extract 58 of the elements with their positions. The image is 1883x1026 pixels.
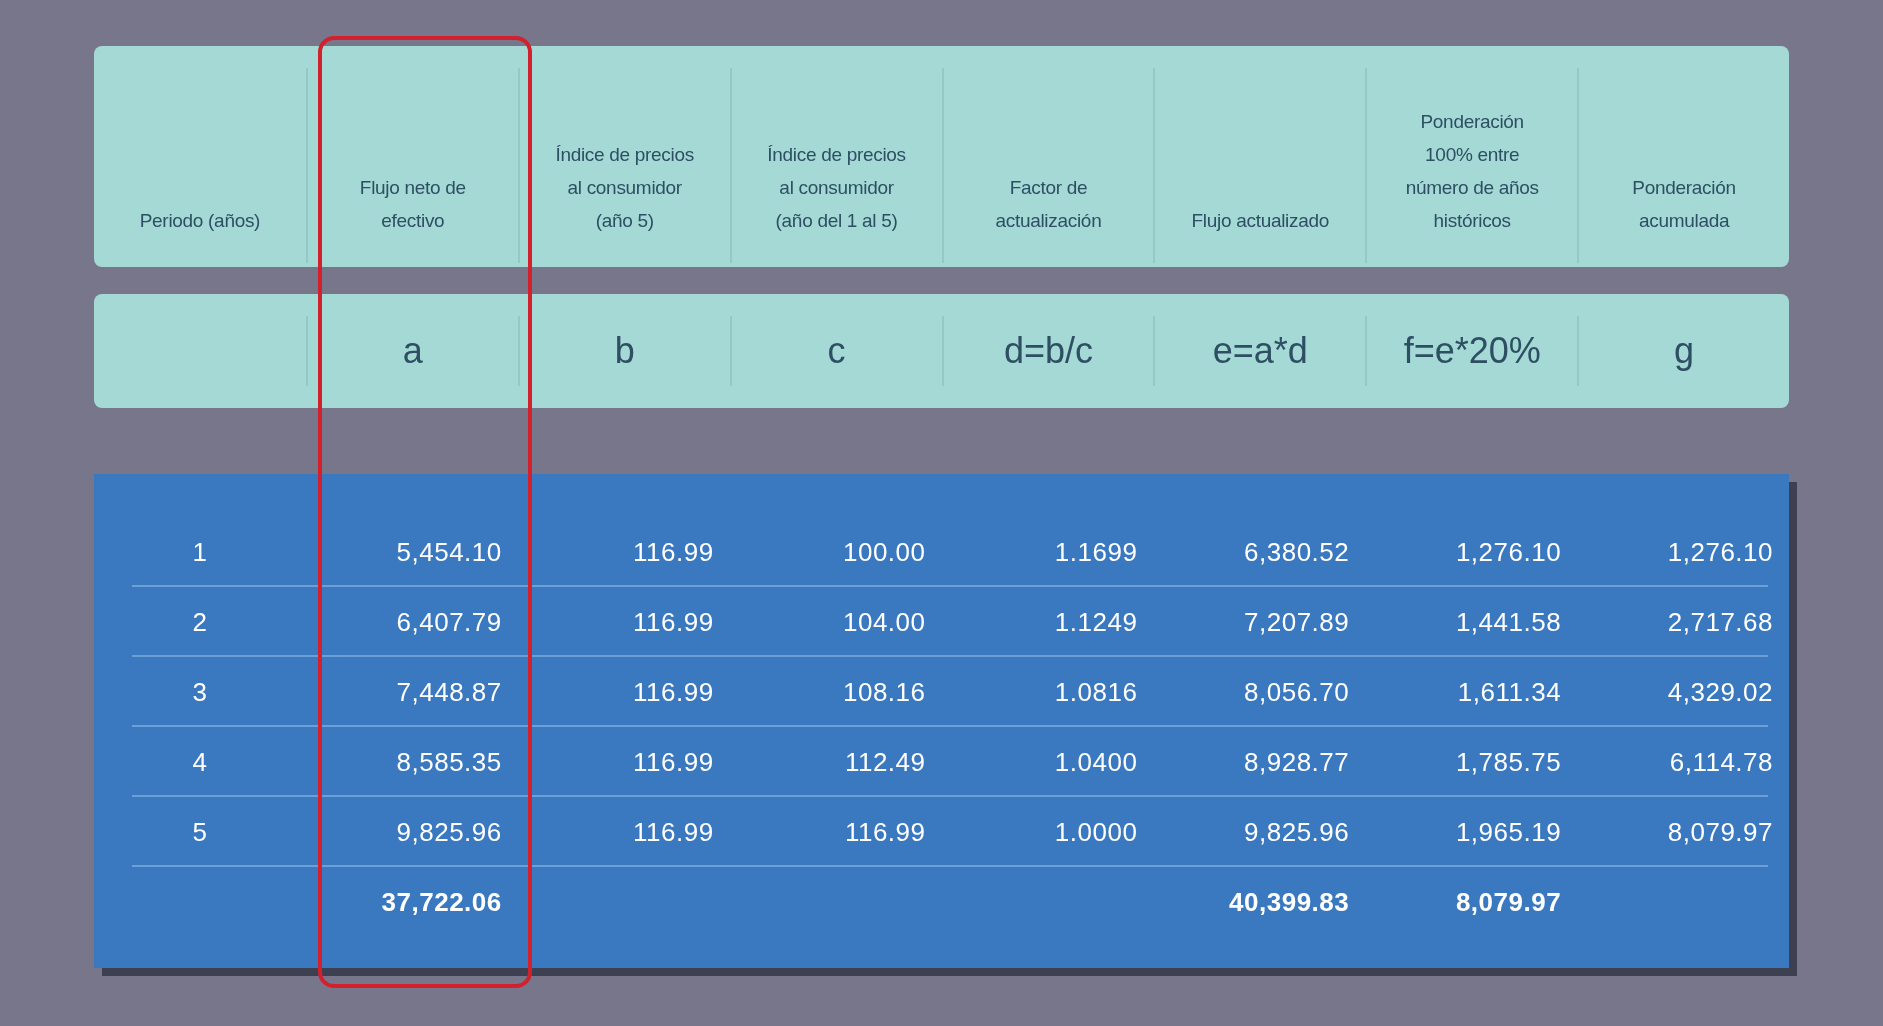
column-header: Flujo actualizado [1191, 209, 1330, 233]
table-cell: 1,276.10 [1455, 536, 1562, 568]
table-cell: 7,448.87 [396, 676, 502, 708]
formula-label: b [614, 330, 635, 372]
table-cell: 8,079.97 [1667, 816, 1773, 848]
formula-label: a [402, 330, 423, 372]
formula-label: f=e*20% [1403, 330, 1541, 372]
table-cell: 1.0000 [1054, 816, 1138, 848]
table-cell: 116.99 [633, 536, 714, 568]
table-cell: 108.16 [842, 676, 926, 708]
table-cell: 116.99 [633, 816, 714, 848]
period-cell: 1 [192, 536, 208, 568]
table-cell: 8,928.77 [1244, 746, 1350, 778]
table-cell: 116.99 [633, 676, 714, 708]
table-cell: 104.00 [842, 606, 926, 638]
table-cell: 7,207.89 [1244, 606, 1350, 638]
table-cell: 6,407.79 [396, 606, 502, 638]
table-cell: 1,965.19 [1455, 816, 1562, 848]
column-header: Periodo (años) [139, 209, 261, 233]
table-cell: 1,785.75 [1455, 746, 1562, 778]
table-cell: 6,114.78 [1669, 746, 1773, 778]
table-cell: 1,611.34 [1457, 676, 1562, 708]
table-cell: 116.99 [844, 816, 926, 848]
total-cell: 40,399.83 [1229, 886, 1350, 918]
table-cell: 1.0816 [1054, 676, 1138, 708]
table-cell: 8,585.35 [396, 746, 502, 778]
column-header: Ponderación 100% entre número de años históricos [1404, 110, 1540, 233]
table-cell: 9,825.96 [396, 816, 502, 848]
column-header: Flujo neto de efectivo [358, 176, 467, 233]
total-cell: 8,079.97 [1455, 886, 1562, 918]
period-cell: 2 [192, 606, 208, 638]
table-cell: 5,454.10 [396, 536, 502, 568]
table-cell: 1,441.58 [1455, 606, 1562, 638]
table-cell: 2,717.68 [1667, 606, 1773, 638]
period-cell: 5 [192, 816, 208, 848]
table-cell: 100.00 [842, 536, 926, 568]
period-cell: 4 [192, 746, 208, 778]
column-header: Índice de precios al consumidor (año del 1 al 5) [766, 143, 907, 233]
table-cell: 6,380.52 [1244, 536, 1350, 568]
formula-label: g [1674, 330, 1695, 372]
table-cell: 1.1249 [1054, 606, 1138, 638]
formula-label: d=b/c [1003, 330, 1093, 372]
table-cell: 116.99 [633, 606, 714, 638]
table-cell: 1.0400 [1054, 746, 1138, 778]
formula-label: c [827, 330, 846, 372]
table-cell: 1,276.10 [1667, 536, 1773, 568]
table-cell: 8,056.70 [1244, 676, 1350, 708]
column-header: Ponderación acumulada [1631, 176, 1737, 233]
table-cell: 9,825.96 [1244, 816, 1350, 848]
table-cell: 112.49 [844, 746, 926, 778]
column-header: Factor de actualización [994, 176, 1103, 233]
formula-label: e=a*d [1212, 330, 1308, 372]
table-cell: 116.99 [633, 746, 714, 778]
table-cell: 4,329.02 [1667, 676, 1773, 708]
table-cell: 1.1699 [1054, 536, 1138, 568]
period-cell: 3 [192, 676, 208, 708]
column-header: Índice de precios al consumidor (año 5) [554, 143, 695, 233]
total-cell: 37,722.06 [381, 886, 502, 918]
